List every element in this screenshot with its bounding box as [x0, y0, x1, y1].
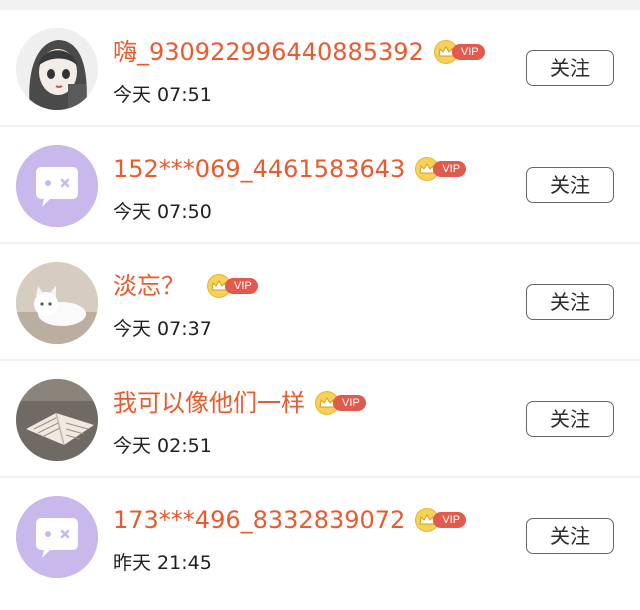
timestamp: 昨天 21:45 — [113, 552, 212, 574]
name-line: 我可以像他们一样 VIP — [113, 385, 366, 421]
vip-label: VIP — [433, 512, 467, 528]
name-line: 淡忘？ VIP — [113, 268, 258, 304]
list-item[interactable]: 152***069_4461583643 VIP 今天 07:50 关注 — [0, 127, 640, 242]
name-line: 嗨_930922996440885392 VIP — [113, 34, 485, 70]
chat-bubble-avatar-icon — [16, 145, 98, 227]
timestamp: 今天 07:37 — [113, 318, 212, 340]
avatar[interactable] — [16, 379, 98, 461]
timestamp: 今天 02:51 — [113, 435, 212, 457]
list-item[interactable]: 嗨_930922996440885392 VIP 今天 07:51 关注 — [0, 10, 640, 125]
vip-badge: VIP — [415, 508, 467, 532]
name-line: 173***496_8332839072 VIP — [113, 502, 467, 538]
avatar[interactable] — [16, 145, 98, 227]
vip-label: VIP — [433, 161, 467, 177]
vip-badge: VIP — [415, 157, 467, 181]
avatar[interactable] — [16, 28, 98, 110]
avatar[interactable] — [16, 262, 98, 344]
vip-badge: VIP — [433, 40, 485, 64]
vip-badge: VIP — [207, 274, 258, 298]
follow-button[interactable]: 关注 — [526, 284, 614, 320]
name-line: 152***069_4461583643 VIP — [113, 151, 467, 187]
user-name[interactable]: 嗨_930922996440885392 — [113, 34, 424, 70]
user-name[interactable]: 淡忘？ — [113, 268, 185, 304]
vip-label: VIP — [225, 278, 258, 294]
chat-bubble-avatar-icon — [16, 496, 98, 578]
vip-badge: VIP — [315, 391, 366, 415]
list-item[interactable]: 173***496_8332839072 VIP 昨天 21:45 关注 — [0, 478, 640, 593]
follow-button[interactable]: 关注 — [526, 518, 614, 554]
list-item[interactable]: 淡忘？ VIP 今天 07:37 关注 — [0, 244, 640, 359]
kitten-avatar-icon — [16, 262, 98, 344]
follow-button[interactable]: 关注 — [526, 167, 614, 203]
vip-label: VIP — [451, 44, 485, 60]
timestamp: 今天 07:51 — [113, 84, 212, 106]
follow-button[interactable]: 关注 — [526, 50, 614, 86]
book-avatar-icon — [16, 379, 98, 461]
user-name[interactable]: 152***069_4461583643 — [113, 151, 405, 187]
follower-list: 嗨_930922996440885392 VIP 今天 07:51 关注 152… — [0, 0, 640, 610]
avatar[interactable] — [16, 496, 98, 578]
user-name[interactable]: 我可以像他们一样 — [113, 385, 305, 421]
list-item[interactable]: 我可以像他们一样 VIP 今天 02:51 关注 — [0, 361, 640, 476]
anime-girl-avatar-icon — [16, 28, 98, 110]
vip-label: VIP — [333, 395, 366, 411]
timestamp: 今天 07:50 — [113, 201, 212, 223]
follow-button[interactable]: 关注 — [526, 401, 614, 437]
user-name[interactable]: 173***496_8332839072 — [113, 502, 405, 538]
list-item-partial — [0, 593, 640, 610]
